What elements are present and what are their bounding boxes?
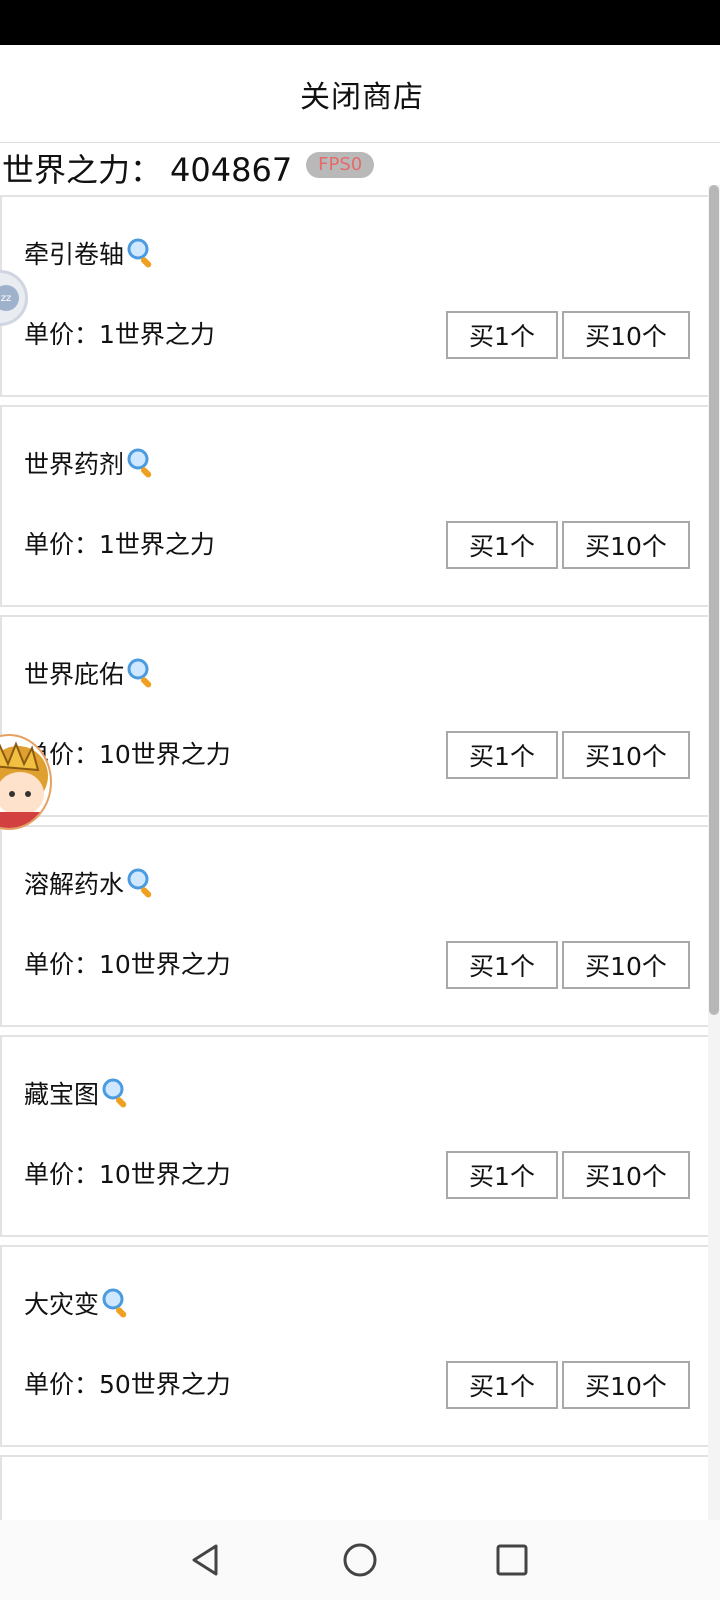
shop-item-card: 世界药剂 单价：1世界之力 买1个 买10个	[0, 405, 710, 607]
currency-row: 世界之力： 404867 FPS0	[0, 145, 720, 191]
nav-recent-button[interactable]	[490, 1538, 534, 1582]
magnifier-icon[interactable]	[101, 1077, 133, 1109]
item-price: 单价：10世界之力	[24, 950, 231, 979]
buy-ten-button[interactable]: 买10个	[562, 731, 690, 779]
scrollbar-thumb[interactable]	[709, 185, 719, 1015]
buy-ten-button[interactable]: 买10个	[562, 1151, 690, 1199]
buy-ten-button[interactable]: 买10个	[562, 521, 690, 569]
shop-item-card-partial	[0, 1455, 710, 1520]
item-name-row: 世界药剂	[24, 443, 158, 483]
item-name-row: 世界庇佑	[24, 653, 158, 693]
item-name-row: 藏宝图	[24, 1073, 133, 1113]
magnifier-icon[interactable]	[126, 657, 158, 689]
floating-ball-label: zz	[0, 285, 19, 311]
item-name: 大灾变	[24, 1290, 100, 1319]
currency-label-text: 世界之力：	[2, 151, 163, 189]
item-name: 牵引卷轴	[24, 240, 125, 269]
close-shop-title[interactable]: 关闭商店	[296, 72, 424, 116]
item-name: 藏宝图	[24, 1080, 100, 1109]
shop-item-card: 藏宝图 单价：10世界之力 买1个 买10个	[0, 1035, 710, 1237]
buy-one-button[interactable]: 买1个	[446, 1361, 558, 1409]
item-price: 单价：10世界之力	[24, 740, 231, 769]
item-name-row: 大灾变	[24, 1283, 133, 1323]
item-price: 单价：50世界之力	[24, 1370, 231, 1399]
item-name-row: 牵引卷轴	[24, 233, 158, 273]
buy-ten-button[interactable]: 买10个	[562, 941, 690, 989]
buy-one-button[interactable]: 买1个	[446, 941, 558, 989]
magnifier-icon[interactable]	[101, 1287, 133, 1319]
item-name-row: 溶解药水	[24, 863, 158, 903]
item-price: 单价：1世界之力	[24, 320, 215, 349]
magnifier-icon[interactable]	[126, 237, 158, 269]
buy-ten-button[interactable]: 买10个	[562, 311, 690, 359]
item-name: 溶解药水	[24, 870, 125, 899]
system-nav-bar	[0, 1520, 720, 1600]
shop-item-card: 牵引卷轴 单价：1世界之力 买1个 买10个	[0, 195, 710, 397]
currency-label: 世界之力： 404867	[2, 145, 292, 191]
magnifier-icon[interactable]	[126, 867, 158, 899]
shop-item-card: 溶解药水 单价：10世界之力 买1个 买10个	[0, 825, 710, 1027]
item-price: 单价：1世界之力	[24, 530, 215, 559]
shop-item-card: 大灾变 单价：50世界之力 买1个 买10个	[0, 1245, 710, 1447]
magnifier-icon[interactable]	[126, 447, 158, 479]
shop-item-card: 世界庇佑 单价：10世界之力 买1个 买10个	[0, 615, 710, 817]
buy-one-button[interactable]: 买1个	[446, 731, 558, 779]
buy-ten-button[interactable]: 买10个	[562, 1361, 690, 1409]
recent-square-icon	[496, 1544, 528, 1576]
item-price: 单价：10世界之力	[24, 1160, 231, 1189]
currency-value: 404867	[170, 151, 293, 189]
buy-one-button[interactable]: 买1个	[446, 521, 558, 569]
fps-badge: FPS0	[306, 152, 375, 178]
nav-back-button[interactable]	[184, 1538, 228, 1582]
shop-item-list[interactable]: 牵引卷轴 单价：1世界之力 买1个 买10个 世界药剂 单价：1世界之力 买1个…	[0, 195, 710, 1520]
scrollbar[interactable]	[708, 185, 720, 1520]
shop-header[interactable]: 关闭商店	[0, 45, 720, 143]
item-name: 世界药剂	[24, 450, 125, 479]
item-name: 世界庇佑	[24, 660, 125, 689]
buy-one-button[interactable]: 买1个	[446, 311, 558, 359]
buy-one-button[interactable]: 买1个	[446, 1151, 558, 1199]
back-triangle-icon	[192, 1544, 218, 1576]
nav-home-button[interactable]	[338, 1538, 382, 1582]
home-circle-icon	[343, 1543, 377, 1577]
status-bar	[0, 0, 720, 45]
